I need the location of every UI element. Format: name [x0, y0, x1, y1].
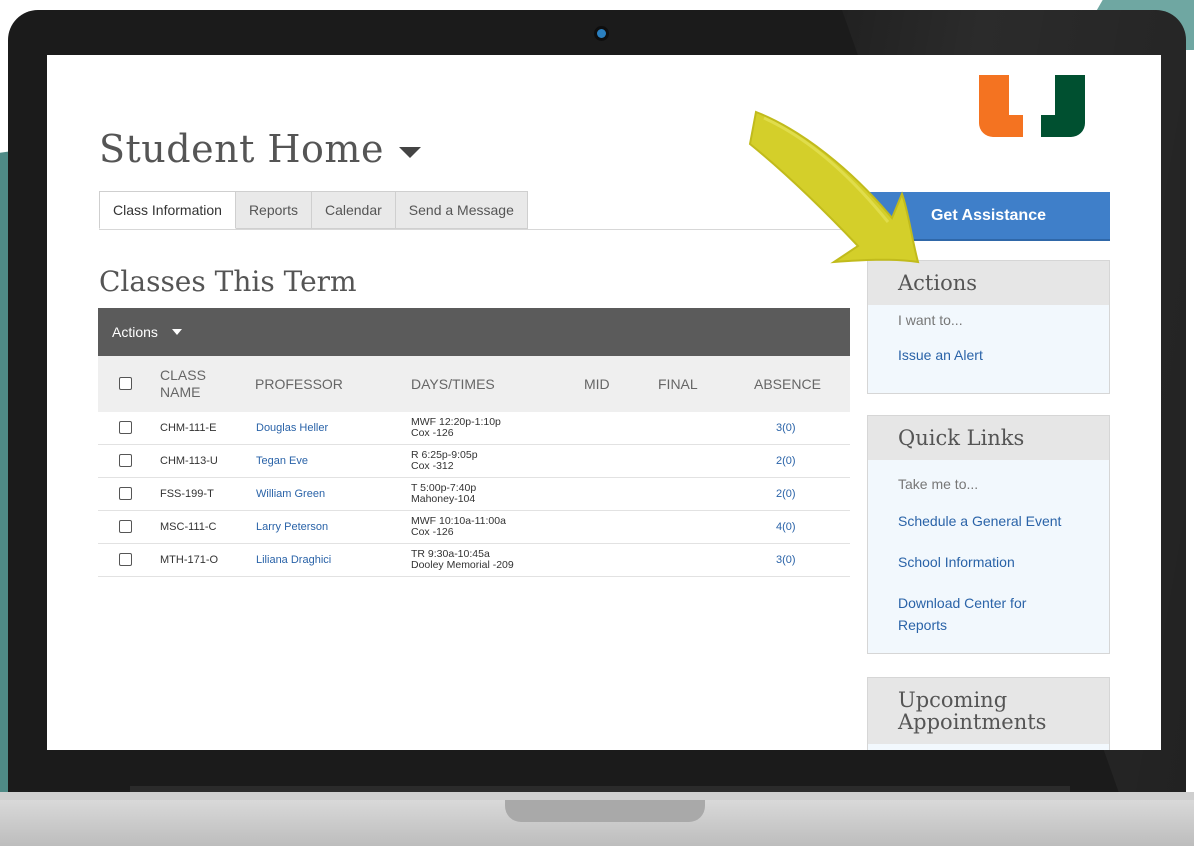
tab-reports[interactable]: Reports	[235, 191, 312, 229]
webcam-icon	[597, 29, 606, 38]
column-header-professor[interactable]: PROFESSOR	[255, 356, 343, 412]
column-header-days-times[interactable]: DAYS/TIMES	[411, 356, 495, 412]
section-title: Classes This Term	[99, 265, 357, 298]
select-all-checkbox[interactable]	[119, 377, 132, 390]
laptop-screen: Student Home Class Information Reports C…	[47, 55, 1161, 750]
absence-link[interactable]: 2(0)	[776, 478, 796, 510]
laptop-notch	[505, 800, 705, 822]
tab-divider	[99, 229, 859, 230]
days-times: T 5:00p-7:40p Mahoney-104	[411, 478, 476, 510]
class-name: FSS-199-T	[160, 488, 214, 500]
professor-link[interactable]: Tegan Eve	[256, 445, 308, 477]
row-checkbox[interactable]	[119, 487, 132, 500]
upcoming-appointments-title: Upcoming Appointments	[868, 678, 1109, 744]
caret-down-icon[interactable]	[399, 147, 421, 158]
issue-an-alert-link[interactable]: Issue an Alert	[868, 344, 1109, 366]
tab-calendar[interactable]: Calendar	[311, 191, 396, 229]
class-location: Cox -126	[411, 427, 454, 439]
professor-link[interactable]: William Green	[256, 478, 325, 510]
professor-link[interactable]: Larry Peterson	[256, 511, 328, 543]
column-header-absence[interactable]: ABSENCE	[754, 356, 821, 412]
actions-panel: Actions I want to... Issue an Alert	[867, 260, 1110, 394]
days-times: TR 9:30a-10:45a Dooley Memorial -209	[411, 544, 514, 576]
absence-link[interactable]: 3(0)	[776, 544, 796, 576]
days-times: MWF 10:10a-11:00a Cox -126	[411, 511, 506, 543]
table-row[interactable]: CHM-111-E Douglas Heller MWF 12:20p-1:10…	[98, 412, 850, 445]
column-header-class-name[interactable]: CLASS NAME	[160, 356, 230, 412]
column-header-mid[interactable]: MID	[584, 356, 610, 412]
class-location: Cox -312	[411, 460, 454, 472]
table-row[interactable]: CHM-113-U Tegan Eve R 6:25p-9:05p Cox -3…	[98, 445, 850, 478]
class-name: CHM-113-U	[160, 455, 218, 467]
quick-links-panel-subtitle: Take me to...	[898, 476, 979, 492]
table-header: CLASS NAME PROFESSOR DAYS/TIMES MID FINA…	[98, 356, 850, 412]
class-location: Dooley Memorial -209	[411, 559, 514, 571]
class-location: Cox -126	[411, 526, 454, 538]
class-location: Mahoney-104	[411, 493, 476, 505]
school-information-link[interactable]: School Information	[868, 551, 1109, 573]
upcoming-appointments-panel: Upcoming Appointments	[867, 677, 1110, 750]
quick-links-panel-title: Quick Links	[868, 416, 1109, 460]
actions-dropdown-label: Actions	[112, 324, 158, 340]
class-name: MSC-111-C	[160, 521, 217, 533]
get-assistance-button[interactable]: Get Assistance	[867, 192, 1110, 241]
professor-link[interactable]: Liliana Draghici	[256, 544, 331, 576]
u-logo-icon	[979, 75, 1085, 137]
column-header-final[interactable]: FINAL	[658, 356, 698, 412]
actions-panel-subtitle: I want to...	[898, 312, 963, 328]
tab-bar: Class Information Reports Calendar Send …	[99, 191, 528, 229]
days-times: R 6:25p-9:05p Cox -312	[411, 445, 478, 477]
table-row[interactable]: MTH-171-O Liliana Draghici TR 9:30a-10:4…	[98, 544, 850, 577]
row-checkbox[interactable]	[119, 421, 132, 434]
table-row[interactable]: FSS-199-T William Green T 5:00p-7:40p Ma…	[98, 478, 850, 511]
absence-link[interactable]: 2(0)	[776, 445, 796, 477]
row-checkbox[interactable]	[119, 553, 132, 566]
download-center-link[interactable]: Download Center for Reports	[868, 592, 1068, 636]
caret-down-icon	[172, 329, 182, 335]
yellow-arrow-icon	[748, 110, 920, 264]
class-name: MTH-171-O	[160, 554, 219, 566]
class-name: CHM-111-E	[160, 422, 217, 434]
row-checkbox[interactable]	[119, 520, 132, 533]
actions-panel-title: Actions	[868, 261, 1109, 305]
actions-dropdown[interactable]: Actions	[98, 308, 850, 356]
absence-link[interactable]: 3(0)	[776, 412, 796, 444]
professor-link[interactable]: Douglas Heller	[256, 412, 328, 444]
schedule-general-event-link[interactable]: Schedule a General Event	[868, 510, 1109, 532]
tab-send-a-message[interactable]: Send a Message	[395, 191, 528, 229]
quick-links-panel: Quick Links Take me to... Schedule a Gen…	[867, 415, 1110, 654]
page-title: Student Home	[99, 127, 384, 171]
days-times: MWF 12:20p-1:10p Cox -126	[411, 412, 501, 444]
table-row[interactable]: MSC-111-C Larry Peterson MWF 10:10a-11:0…	[98, 511, 850, 544]
row-checkbox[interactable]	[119, 454, 132, 467]
tab-class-information[interactable]: Class Information	[99, 191, 236, 229]
absence-link[interactable]: 4(0)	[776, 511, 796, 543]
